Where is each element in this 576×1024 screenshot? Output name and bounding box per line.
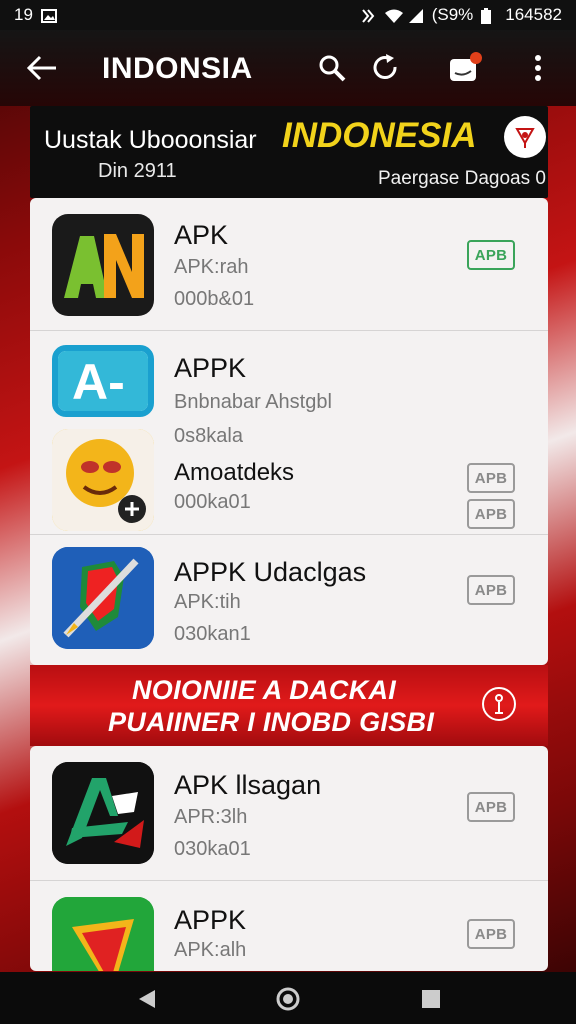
svg-text:A-: A- — [72, 354, 125, 410]
app-name: APK llsagan — [174, 770, 322, 800]
nav-recents-icon[interactable] — [418, 986, 444, 1012]
status-clock-right: 164582 — [505, 5, 562, 24]
battery-text: (S9% — [431, 5, 474, 24]
status-time: 19 — [14, 5, 33, 24]
app-row[interactable]: APPK APK:alh APB — [30, 881, 548, 971]
apk-download-button[interactable]: APB — [467, 463, 515, 493]
app-name: APPK — [174, 353, 247, 383]
inbox-icon[interactable] — [444, 48, 484, 88]
banner-title: Uustak Ubooonsiar — [44, 126, 257, 154]
app-icon-an — [52, 214, 154, 316]
app-icon-shield — [52, 547, 154, 649]
app-list-card: APK APK:rah 000b&01 APB A- APPK Bnbnabar… — [30, 198, 548, 665]
app-icon-mascot — [52, 429, 154, 531]
system-nav-bar — [0, 972, 576, 1024]
app-row[interactable]: APK llsagan APR:3lh 030ka01 APB — [30, 746, 548, 880]
banner-brand: INDONESIA — [282, 116, 477, 155]
app-row[interactable]: APK APK:rah 000b&01 APB — [30, 198, 548, 330]
signal-icon — [408, 8, 424, 23]
header-banner: Uustak Ubooonsiar Din 2911 INDONESIA Pae… — [30, 106, 548, 198]
info-icon[interactable] — [482, 687, 516, 721]
banner-subtitle: Din 2911 — [98, 160, 177, 182]
app-name: APPK Udaclgas — [174, 557, 367, 587]
app-row[interactable]: A- APPK Bnbnabar Ahstgbl APB — [30, 331, 548, 529]
app-meta: 0s8kala — [174, 425, 243, 447]
nav-home-icon[interactable] — [275, 986, 301, 1012]
app-name: Amoatdeks — [174, 459, 295, 486]
app-list-card-2: APK llsagan APR:3lh 030ka01 APB APPK APK… — [30, 746, 548, 971]
app-icon-triangle — [52, 897, 154, 971]
battery-icon — [481, 8, 497, 24]
status-left: 19 — [14, 5, 57, 25]
app-name: APPK — [174, 905, 247, 935]
apk-download-button[interactable]: APB — [467, 575, 515, 605]
app-subtitle: APK:tih — [174, 591, 241, 613]
apk-download-button[interactable]: APB — [467, 792, 515, 822]
app-meta: 030kan1 — [174, 623, 251, 645]
app-row[interactable]: APPK Udaclgas APK:tih 030kan1 APB — [30, 535, 548, 665]
app-icon-a-green — [52, 762, 154, 864]
app-meta: 000b&01 — [174, 288, 255, 310]
promo-line-1: NOIONIIE A DACKAI — [132, 675, 397, 705]
nav-back-icon[interactable] — [134, 986, 160, 1012]
app-meta: 000ka01 — [174, 491, 251, 513]
apk-download-button[interactable]: APB — [467, 919, 515, 949]
flag-badge-icon[interactable] — [504, 116, 546, 158]
search-icon[interactable] — [312, 48, 352, 88]
app-subtitle: APR:3lh — [174, 806, 248, 828]
back-arrow-icon[interactable] — [22, 48, 62, 88]
nfc-icon — [360, 8, 376, 23]
app-subtitle: APK:alh — [174, 939, 247, 961]
status-bar: 19 (S9% 164582 — [0, 0, 576, 30]
app-subtitle: APK:rah — [174, 256, 249, 278]
promo-line-2: PUAIINER I INOBD GISBI — [108, 707, 435, 737]
app-row[interactable]: 0s8kala Amoatdeks 000ka01 APB — [30, 411, 548, 533]
toolbar: INDONSIA — [0, 30, 576, 106]
app-meta: 030ka01 — [174, 838, 251, 860]
banner-right-text: Paergase Dagoas 0 — [378, 168, 546, 189]
app-name: APK — [174, 220, 229, 250]
status-right: (S9% 164582 — [360, 5, 562, 25]
gallery-icon — [40, 8, 57, 23]
wifi-icon — [384, 8, 403, 23]
promo-banner[interactable]: NOIONIIE A DACKAI PUAIINER I INOBD GISBI — [30, 665, 548, 746]
app-icon-a: A- — [52, 345, 154, 417]
more-vert-icon[interactable] — [518, 48, 558, 88]
refresh-icon[interactable] — [366, 48, 406, 88]
apk-download-button[interactable]: APB — [467, 240, 515, 270]
page-title: INDONSIA — [102, 52, 253, 85]
